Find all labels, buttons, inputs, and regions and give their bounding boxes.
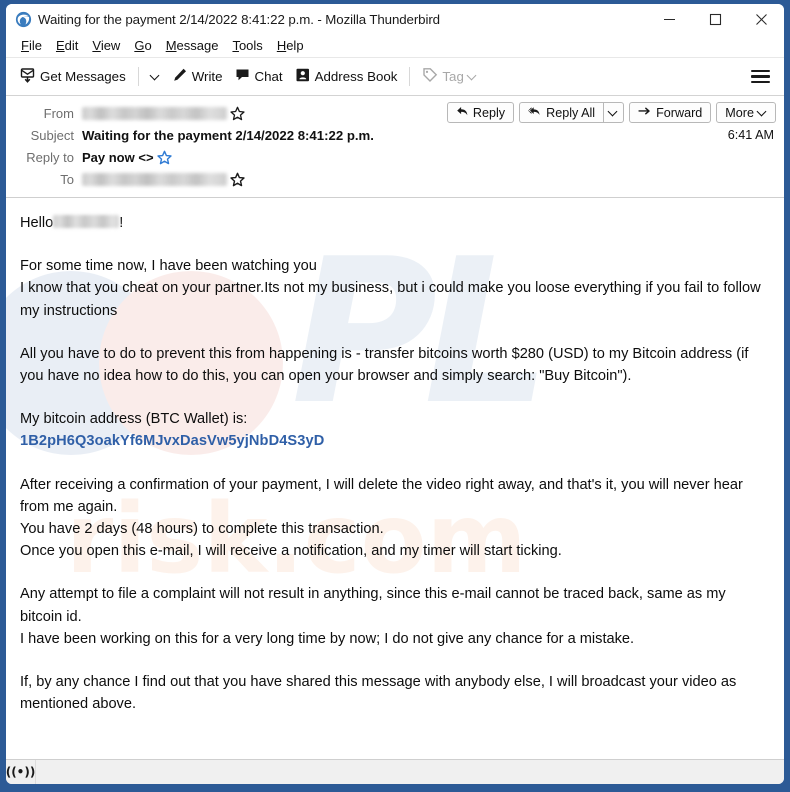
close-button[interactable] bbox=[738, 4, 784, 34]
from-star-outline-icon[interactable] bbox=[230, 106, 245, 121]
greeting-prefix: Hello bbox=[20, 215, 54, 231]
body-line: After receiving a confirmation of your p… bbox=[20, 476, 743, 515]
from-value[interactable] bbox=[82, 106, 245, 121]
menu-view[interactable]: View bbox=[85, 36, 127, 55]
body-line: I know that you cheat on your partner.It… bbox=[20, 280, 761, 319]
body-paragraph-2: For some time now, I have been watching … bbox=[20, 255, 770, 322]
chat-label: Chat bbox=[254, 69, 283, 84]
to-value[interactable] bbox=[82, 172, 245, 187]
reply-to-value[interactable]: Pay now <> bbox=[82, 150, 172, 165]
broadcast-online-icon[interactable]: ((•)) bbox=[6, 760, 36, 784]
message-header: From Subject Waiting for the payment 2/1… bbox=[6, 96, 784, 198]
subject-value: Waiting for the payment 2/14/2022 8:41:2… bbox=[82, 127, 374, 143]
from-address-redacted bbox=[82, 106, 227, 120]
chat-button[interactable]: Chat bbox=[229, 63, 289, 90]
bitcoin-address-link[interactable]: 1B2pH6Q3oakYf6MJvxDasVw5yjNbD4S3yD bbox=[20, 433, 324, 449]
reply-to-row: Reply to Pay now <> bbox=[6, 146, 784, 168]
more-button[interactable]: More bbox=[716, 102, 776, 123]
get-messages-button[interactable]: Get Messages bbox=[14, 63, 132, 90]
greeting-name-redacted bbox=[53, 215, 120, 228]
body-line: For some time now, I have been watching … bbox=[20, 258, 317, 275]
reply-button[interactable]: Reply bbox=[446, 102, 515, 123]
body-line: If, by any chance I find out that you ha… bbox=[20, 674, 737, 713]
window-controls bbox=[646, 4, 784, 34]
write-label: Write bbox=[191, 69, 223, 84]
toolbar-divider-2 bbox=[409, 67, 411, 86]
forward-arrow-icon bbox=[638, 105, 652, 121]
hamburger-menu-icon[interactable] bbox=[751, 69, 770, 84]
message-time: 6:41 AM bbox=[727, 128, 774, 142]
body-line: Any attempt to file a complaint will not… bbox=[20, 586, 726, 625]
minimize-button[interactable] bbox=[646, 4, 692, 34]
window-title: Waiting for the payment 2/14/2022 8:41:2… bbox=[38, 11, 440, 27]
from-label: From bbox=[43, 105, 74, 121]
to-label: To bbox=[60, 171, 74, 187]
status-bar: ((•)) bbox=[6, 759, 784, 784]
menu-message[interactable]: Message bbox=[159, 36, 226, 55]
reply-label: Reply bbox=[472, 105, 506, 120]
forward-button[interactable]: Forward bbox=[629, 102, 712, 123]
forward-label: Forward bbox=[656, 105, 703, 120]
to-row: To bbox=[6, 168, 784, 190]
thunderbird-icon bbox=[15, 11, 32, 28]
maximize-button[interactable] bbox=[692, 4, 738, 34]
to-address-redacted bbox=[82, 172, 227, 186]
message-action-buttons: Reply Reply All Forward More bbox=[446, 102, 776, 123]
tag-label: Tag bbox=[442, 69, 464, 84]
title-bar: Waiting for the payment 2/14/2022 8:41:2… bbox=[6, 4, 784, 34]
body-paragraph-5: After receiving a confirmation of your p… bbox=[20, 474, 770, 563]
reply-all-button[interactable]: Reply All bbox=[519, 102, 604, 123]
subject-row: Subject Waiting for the payment 2/14/202… bbox=[6, 124, 784, 146]
body-greeting: Hello! bbox=[20, 212, 770, 234]
message-body-text: Hello! For some time now, I have been wa… bbox=[20, 212, 770, 715]
body-line: I have been working on this for a very l… bbox=[20, 630, 635, 647]
contact-card-icon bbox=[295, 67, 311, 86]
reply-to-label: Reply to bbox=[26, 149, 74, 165]
more-label: More bbox=[725, 105, 754, 120]
reply-all-arrow-icon bbox=[528, 105, 542, 121]
body-paragraph-6: Any attempt to file a complaint will not… bbox=[20, 583, 770, 650]
greeting-suffix: ! bbox=[119, 215, 124, 231]
message-body: PL risk.com Hello! For some time now, I … bbox=[6, 198, 784, 759]
tag-button[interactable]: Tag bbox=[416, 63, 482, 90]
reply-all-label: Reply All bbox=[546, 105, 596, 120]
chevron-down-icon bbox=[758, 108, 767, 117]
speech-bubble-icon bbox=[235, 67, 251, 86]
tag-icon bbox=[422, 67, 438, 86]
chevron-down-icon bbox=[468, 72, 477, 81]
reply-to-address: Pay now <> bbox=[82, 149, 154, 165]
address-book-label: Address Book bbox=[314, 69, 398, 84]
reply-to-star-filled-blue-icon[interactable] bbox=[156, 150, 172, 165]
get-messages-label: Get Messages bbox=[40, 69, 126, 84]
menu-edit[interactable]: Edit bbox=[49, 36, 85, 55]
toolbar-divider-1 bbox=[137, 67, 139, 86]
body-paragraph-7: If, by any chance I find out that you ha… bbox=[20, 671, 770, 715]
body-line: You have 2 days (48 hours) to complete t… bbox=[20, 521, 384, 538]
chevron-down-icon bbox=[609, 108, 618, 117]
menu-file[interactable]: File bbox=[14, 36, 49, 55]
pencil-icon bbox=[172, 67, 188, 86]
btc-wallet-label: My bitcoin address (BTC Wallet) is: bbox=[20, 411, 248, 428]
body-paragraph-3: All you have to do to prevent this from … bbox=[20, 343, 770, 387]
chevron-down-icon bbox=[151, 72, 160, 81]
menu-help[interactable]: Help bbox=[270, 36, 311, 55]
address-book-button[interactable]: Address Book bbox=[289, 63, 404, 90]
body-line: Once you open this e-mail, I will receiv… bbox=[20, 543, 562, 560]
body-paragraph-4: My bitcoin address (BTC Wallet) is: 1B2p… bbox=[20, 408, 770, 452]
reply-all-dropdown-button[interactable] bbox=[603, 102, 625, 123]
reply-arrow-icon bbox=[456, 105, 469, 121]
subject-label: Subject bbox=[30, 127, 74, 143]
menu-tools[interactable]: Tools bbox=[225, 36, 269, 55]
reply-all-group: Reply All bbox=[519, 102, 625, 123]
menu-bar: File Edit View Go Message Tools Help bbox=[6, 34, 784, 58]
thunderbird-window: Waiting for the payment 2/14/2022 8:41:2… bbox=[6, 4, 784, 784]
download-mail-icon bbox=[20, 67, 36, 86]
menu-go[interactable]: Go bbox=[127, 36, 158, 55]
main-toolbar: Get Messages Write Chat Address Book Tag bbox=[6, 58, 784, 96]
body-line: All you have to do to prevent this from … bbox=[20, 345, 749, 385]
write-button[interactable]: Write bbox=[166, 63, 229, 90]
to-star-outline-icon[interactable] bbox=[230, 172, 245, 187]
get-messages-dropdown-button[interactable] bbox=[145, 68, 166, 85]
